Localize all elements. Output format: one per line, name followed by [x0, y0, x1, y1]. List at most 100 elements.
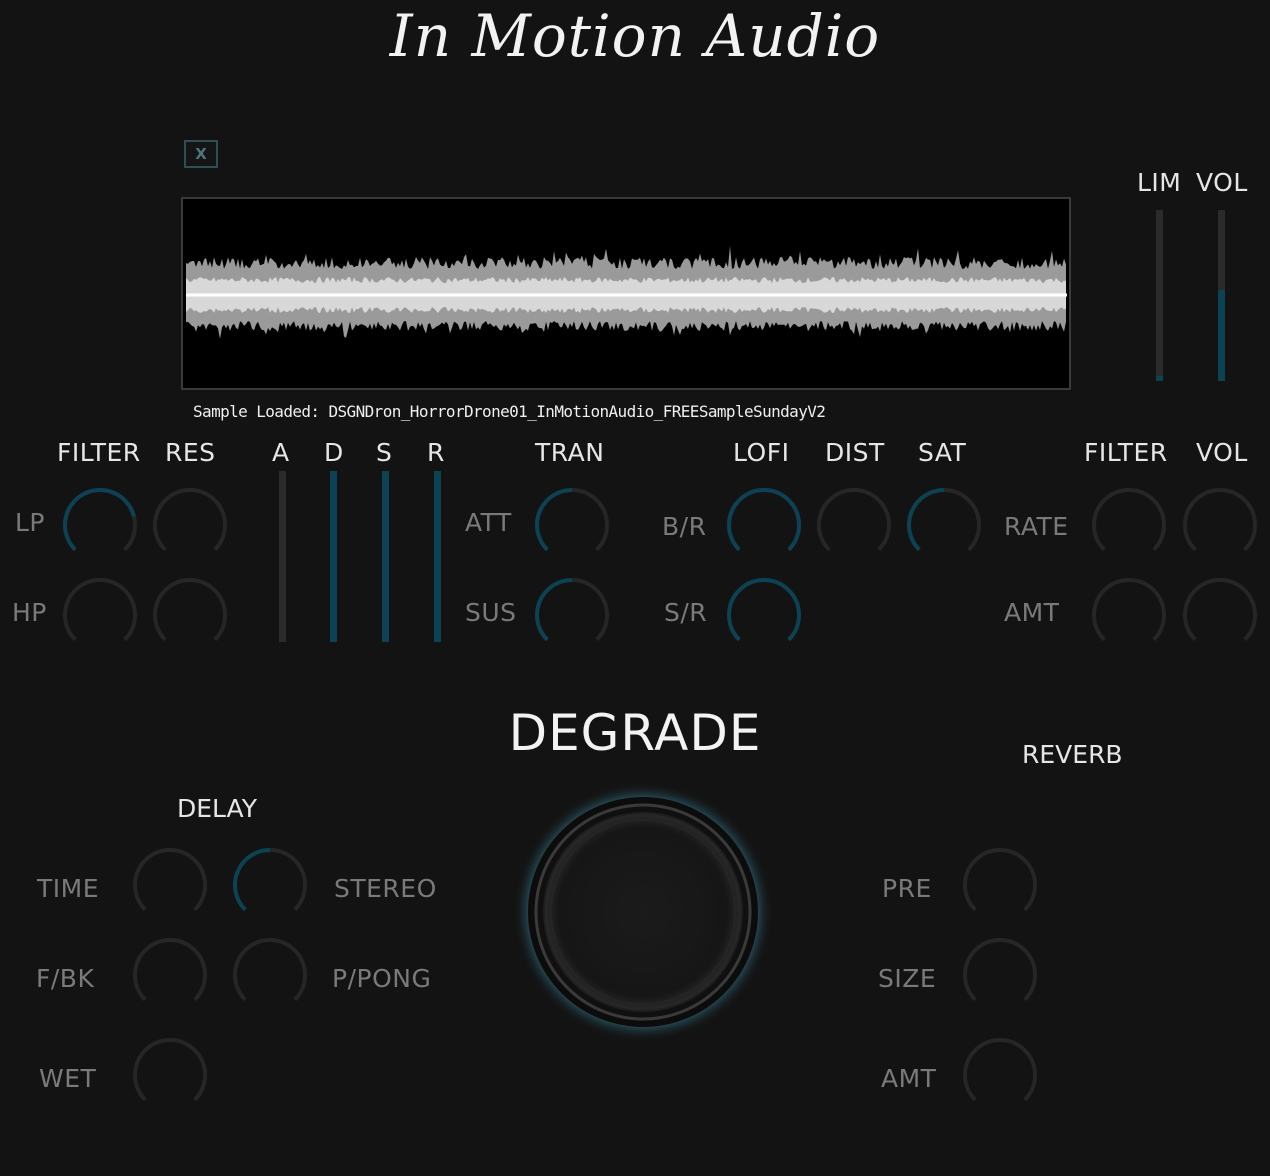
- att-knob[interactable]: [532, 485, 612, 565]
- knob-dial: [727, 488, 801, 552]
- knob-track: [1183, 578, 1257, 642]
- knob-dial: [153, 488, 227, 552]
- lofi-header: LOFI: [733, 438, 790, 467]
- attack-label: A: [272, 438, 290, 467]
- degrade-knob[interactable]: [511, 780, 775, 1044]
- wet-label: WET: [39, 1064, 97, 1093]
- size-label: SIZE: [878, 964, 937, 993]
- lp-res-knob[interactable]: [150, 485, 230, 565]
- delay-feedback-knob[interactable]: [130, 935, 210, 1015]
- hp-label: HP: [12, 598, 47, 627]
- reverb-amt-label: AMT: [881, 1064, 937, 1093]
- degrade-knob-graphic: [513, 782, 773, 1042]
- knob-track: [153, 578, 227, 642]
- rate-vol-knob[interactable]: [1180, 485, 1260, 565]
- knob-track: [963, 1038, 1037, 1102]
- hp-filter-knob[interactable]: [60, 575, 140, 655]
- waveform-graphic: [186, 245, 1067, 339]
- knob-dial: [817, 488, 891, 552]
- delay-time-knob[interactable]: [130, 845, 210, 925]
- knob-dial: [727, 578, 801, 642]
- decay-label: D: [324, 438, 344, 467]
- reverb-size-knob[interactable]: [960, 935, 1040, 1015]
- knob-dial: [1092, 578, 1166, 642]
- lfo-filter-header: FILTER: [1084, 438, 1168, 467]
- limiter-meter: [1156, 210, 1163, 381]
- reverb-pre-knob[interactable]: [960, 845, 1040, 925]
- knob-track: [963, 848, 1037, 912]
- volume-meter[interactable]: [1218, 210, 1225, 381]
- sustain-slider[interactable]: [382, 471, 389, 642]
- clear-sample-button[interactable]: X: [184, 140, 218, 168]
- knob-track: [963, 938, 1037, 1002]
- amt-filter-knob[interactable]: [1089, 575, 1169, 655]
- knob-track: [133, 938, 207, 1002]
- knob-value-arc: [63, 488, 136, 552]
- knob-value-arc: [535, 578, 573, 642]
- knob-value-arc: [907, 488, 945, 552]
- knob-dial: [1183, 578, 1257, 642]
- release-slider[interactable]: [434, 471, 441, 642]
- hp-res-knob[interactable]: [150, 575, 230, 655]
- knob-dial: [233, 938, 307, 1002]
- knob-track: [63, 578, 137, 642]
- release-label: R: [427, 438, 445, 467]
- knob-value-arc: [233, 848, 271, 912]
- knob-track: [1183, 488, 1257, 552]
- delay-stereo-knob[interactable]: [230, 845, 310, 925]
- knob-dial: [963, 1038, 1037, 1102]
- rate-filter-knob[interactable]: [1089, 485, 1169, 565]
- knob-track: [153, 488, 227, 552]
- pre-label: PRE: [882, 874, 932, 903]
- knob-value-arc: [727, 578, 801, 642]
- sample-loaded-status: Sample Loaded: DSGNDron_HorrorDrone01_In…: [193, 402, 826, 421]
- decay-slider[interactable]: [330, 471, 337, 642]
- attack-slider[interactable]: [279, 471, 286, 642]
- sat-header: SAT: [918, 438, 967, 467]
- knob-dial: [535, 578, 609, 642]
- knob-dial: [133, 1038, 207, 1102]
- delay-wet-knob[interactable]: [130, 1035, 210, 1115]
- tran-header: TRAN: [535, 438, 605, 467]
- knob-dial: [133, 848, 207, 912]
- delay-title: DELAY: [177, 794, 257, 823]
- lp-filter-knob[interactable]: [60, 485, 140, 565]
- lfo-vol-header: VOL: [1196, 438, 1248, 467]
- brand-logo: In Motion Audio: [389, 2, 881, 70]
- knob-dial: [963, 848, 1037, 912]
- lp-label: LP: [15, 508, 46, 537]
- knob-track: [133, 848, 207, 912]
- samplerate-knob[interactable]: [724, 575, 804, 655]
- reverb-title: REVERB: [1022, 740, 1123, 769]
- fbk-label: F/BK: [36, 964, 95, 993]
- knob-dial: [907, 488, 981, 552]
- bitrate-knob[interactable]: [724, 485, 804, 565]
- sat-knob[interactable]: [904, 485, 984, 565]
- knob-dial: [133, 938, 207, 1002]
- knob-track: [1092, 488, 1166, 552]
- sus-label: SUS: [465, 598, 517, 627]
- knob-dial: [63, 488, 137, 552]
- knob-track: [133, 1038, 207, 1102]
- knob-value-arc: [727, 488, 801, 552]
- bitrate-label: B/R: [662, 512, 707, 541]
- delay-pingpong-knob[interactable]: [230, 935, 310, 1015]
- ppong-label: P/PONG: [332, 964, 432, 993]
- knob-dial: [63, 578, 137, 642]
- knob-track: [233, 938, 307, 1002]
- dist-knob[interactable]: [814, 485, 894, 565]
- knob-track: [817, 488, 891, 552]
- filter-header: FILTER: [57, 438, 141, 467]
- sus-knob[interactable]: [532, 575, 612, 655]
- reverb-amt-knob[interactable]: [960, 1035, 1040, 1115]
- dist-header: DIST: [825, 438, 885, 467]
- amt-vol-knob[interactable]: [1180, 575, 1260, 655]
- stereo-label: STEREO: [334, 874, 437, 903]
- time-label: TIME: [37, 874, 100, 903]
- waveform-display[interactable]: [181, 197, 1071, 390]
- amt-label: AMT: [1004, 598, 1060, 627]
- samplerate-label: S/R: [664, 598, 708, 627]
- res-header: RES: [165, 438, 216, 467]
- knob-dial: [153, 578, 227, 642]
- knob-track: [1092, 578, 1166, 642]
